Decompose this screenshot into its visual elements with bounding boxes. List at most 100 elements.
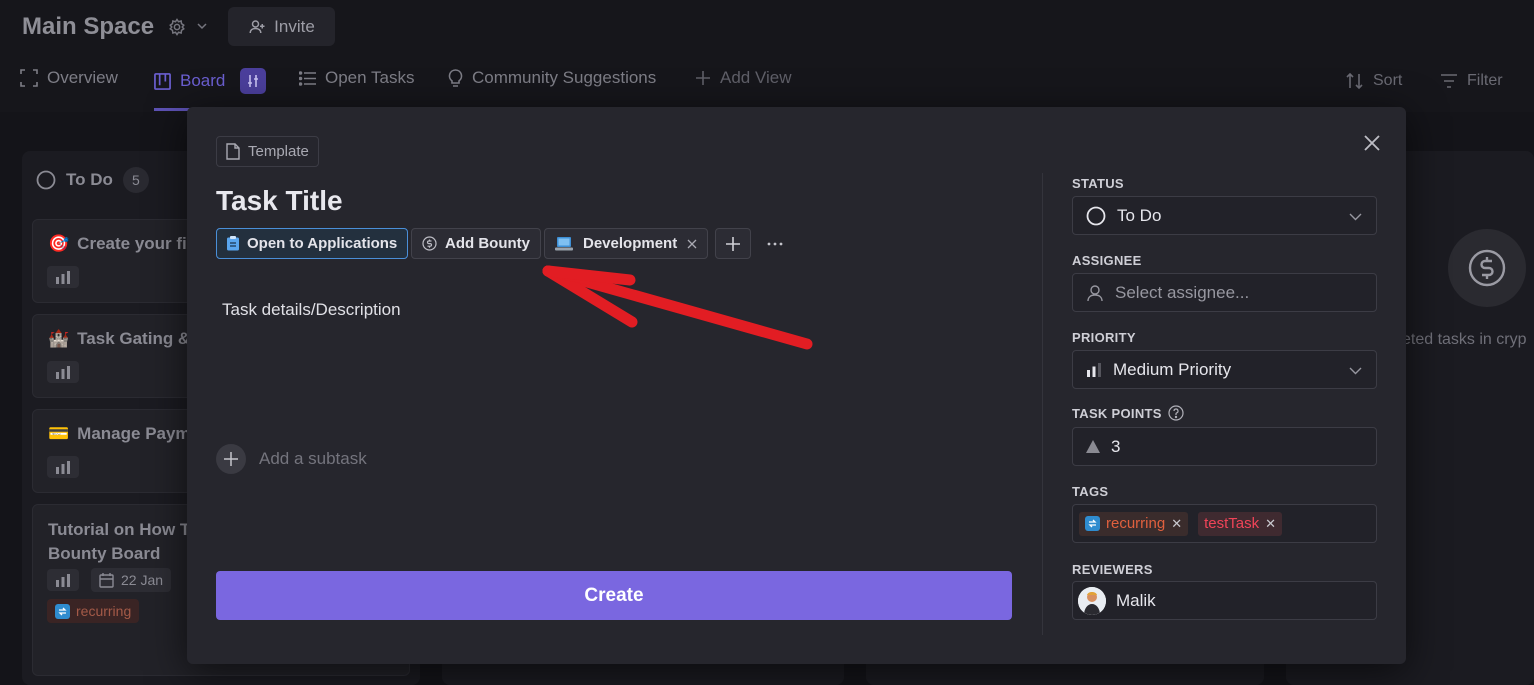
modal-divider bbox=[1042, 173, 1043, 635]
tags-field[interactable]: recurring ✕ testTask ✕ bbox=[1072, 504, 1377, 543]
assignee-label: ASSIGNEE bbox=[1072, 253, 1142, 268]
open-to-applications-chip[interactable]: Open to Applications bbox=[216, 228, 409, 259]
tab-open-tasks[interactable]: Open Tasks bbox=[299, 68, 414, 88]
document-icon bbox=[226, 143, 240, 160]
filter-button[interactable]: Filter bbox=[1440, 72, 1503, 90]
create-task-modal: Template Task Title Open to Applications… bbox=[187, 107, 1406, 664]
task-points-label: TASK POINTS bbox=[1072, 405, 1184, 421]
priority-bars-icon bbox=[47, 266, 79, 288]
tab-label: Overview bbox=[47, 68, 118, 87]
remove-tag-icon[interactable]: ✕ bbox=[1171, 516, 1182, 532]
sort-icon bbox=[1346, 73, 1363, 89]
sort-label: Sort bbox=[1373, 72, 1403, 89]
space-header: Main Space Invite Overview Board Open Ta… bbox=[0, 0, 1534, 112]
board-icon bbox=[154, 72, 171, 90]
bounty-empty-icon bbox=[1448, 229, 1526, 307]
tab-label: Board bbox=[180, 71, 226, 90]
tab-board[interactable]: Board bbox=[154, 68, 267, 94]
due-date: 22 Jan bbox=[121, 572, 164, 588]
remove-tag-icon[interactable]: ✕ bbox=[1265, 516, 1276, 532]
reviewers-label: REVIEWERS bbox=[1072, 562, 1153, 577]
user-icon bbox=[1087, 284, 1103, 301]
priority-bars-icon bbox=[47, 361, 79, 383]
tab-add-view[interactable]: Add View bbox=[695, 68, 792, 88]
add-bounty-chip[interactable]: Add Bounty bbox=[411, 228, 541, 259]
due-date-chip: 22 Jan bbox=[91, 568, 171, 592]
tab-community-suggestions[interactable]: Community Suggestions bbox=[448, 68, 656, 88]
priority-value: Medium Priority bbox=[1113, 359, 1232, 379]
card-tag-label: recurring bbox=[76, 603, 132, 619]
card-emoji: 💳 bbox=[48, 424, 70, 443]
chip-label: Open to Applications bbox=[247, 235, 398, 252]
assignee-select[interactable]: Select assignee... bbox=[1072, 273, 1377, 312]
filter-label: Filter bbox=[1467, 72, 1503, 89]
column-header: To Do 5 bbox=[36, 167, 149, 193]
annotation-arrow bbox=[542, 265, 813, 350]
recurring-icon bbox=[1085, 516, 1100, 531]
sliders-icon bbox=[248, 75, 259, 87]
tag-chip-recurring: recurring ✕ bbox=[1079, 511, 1189, 536]
status-value: To Do bbox=[1117, 205, 1162, 225]
column-count: 5 bbox=[122, 167, 149, 193]
tab-overview[interactable]: Overview bbox=[20, 68, 118, 88]
chevron-down-icon[interactable] bbox=[196, 20, 208, 32]
card-tag: recurring bbox=[47, 599, 140, 623]
priority-select[interactable]: Medium Priority bbox=[1072, 350, 1377, 389]
user-plus-icon bbox=[249, 19, 265, 33]
create-button[interactable]: Create bbox=[216, 571, 1012, 620]
space-title: Main Space bbox=[22, 13, 155, 40]
tab-label: Add View bbox=[720, 68, 792, 87]
help-icon[interactable] bbox=[1168, 405, 1184, 421]
board-settings-badge[interactable] bbox=[240, 68, 267, 94]
add-subtask-button[interactable]: Add a subtask bbox=[216, 444, 367, 474]
priority-label: PRIORITY bbox=[1072, 330, 1136, 345]
chevron-down-icon bbox=[1349, 367, 1362, 375]
chevron-down-icon bbox=[1349, 213, 1362, 221]
card-title: Create your fir bbox=[77, 234, 194, 253]
plus-icon bbox=[726, 236, 740, 251]
plus-circle-icon bbox=[216, 444, 246, 474]
status-circle-icon bbox=[36, 170, 56, 190]
overview-icon bbox=[20, 69, 38, 87]
task-points-input[interactable]: 3 bbox=[1072, 427, 1377, 466]
card-title-line: Tutorial on How To bbox=[48, 520, 200, 539]
chip-label: Add Bounty bbox=[445, 235, 530, 252]
tags-label: TAGS bbox=[1072, 484, 1109, 499]
tag-chip-testtask: testTask ✕ bbox=[1198, 511, 1283, 536]
task-title-input[interactable]: Task Title bbox=[216, 185, 343, 217]
plus-icon bbox=[696, 71, 710, 85]
list-icon bbox=[299, 70, 316, 86]
sort-button[interactable]: Sort bbox=[1346, 72, 1402, 90]
avatar bbox=[1078, 586, 1106, 615]
status-select[interactable]: To Do bbox=[1072, 196, 1377, 235]
task-points-value: 3 bbox=[1111, 436, 1121, 456]
task-points-label-text: TASK POINTS bbox=[1072, 405, 1162, 421]
tab-label: Open Tasks bbox=[325, 68, 415, 87]
card-title: Task Gating & bbox=[77, 329, 191, 348]
close-icon[interactable] bbox=[1362, 133, 1382, 153]
dollar-circle-icon bbox=[422, 236, 437, 251]
invite-button[interactable]: Invite bbox=[228, 7, 335, 46]
card-emoji: 🎯 bbox=[48, 234, 70, 253]
tag-label: testTask bbox=[1204, 515, 1260, 532]
card-emoji: 🏰 bbox=[48, 329, 70, 348]
clipboard-icon bbox=[227, 236, 239, 251]
reviewer-name: Malik bbox=[1116, 590, 1156, 610]
assignee-placeholder: Select assignee... bbox=[1115, 282, 1250, 302]
column-title: To Do bbox=[66, 170, 113, 189]
reviewers-field[interactable]: Malik bbox=[1072, 581, 1377, 620]
lightbulb-icon bbox=[448, 68, 463, 87]
description-input[interactable]: Task details/Description bbox=[222, 300, 401, 320]
triangle-icon bbox=[1086, 440, 1100, 453]
priority-bars-icon bbox=[1087, 362, 1101, 377]
remove-icon[interactable] bbox=[687, 239, 697, 249]
template-button[interactable]: Template bbox=[216, 136, 319, 167]
invite-label: Invite bbox=[274, 16, 315, 36]
tag-label: recurring bbox=[1106, 515, 1166, 532]
card-title-line: Bounty Board bbox=[48, 544, 161, 563]
card-title: Manage Payme bbox=[77, 424, 201, 443]
view-tabs: Overview Board Open Tasks Community Sugg… bbox=[0, 60, 1534, 112]
calendar-icon bbox=[99, 572, 114, 588]
gear-icon[interactable] bbox=[168, 18, 186, 36]
recurring-icon bbox=[55, 603, 70, 619]
